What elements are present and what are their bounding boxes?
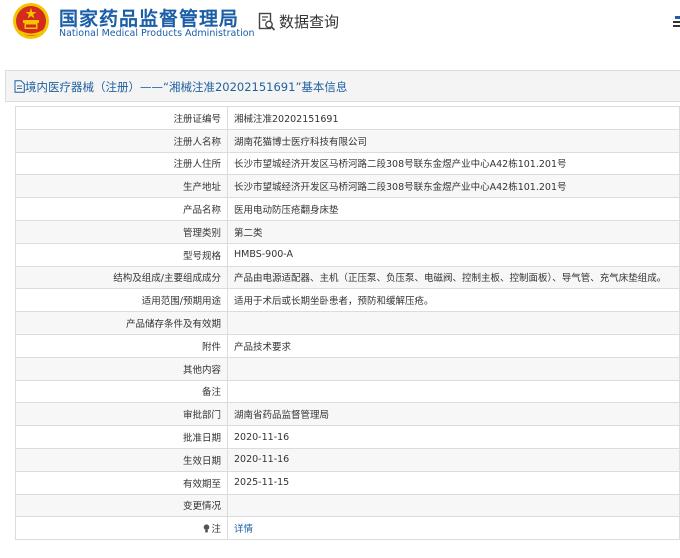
field-value: 医用电动防压疮翻身床垫: [227, 197, 680, 221]
table-row: 备注: [15, 379, 680, 404]
table-row: 其他内容: [15, 356, 680, 381]
field-label: 注: [15, 516, 228, 541]
user-icon[interactable]: [671, 12, 680, 32]
table-row: 结构及组成/主要组成成分 产品由电源适配器、主机（正压泵、负压泵、电磁阀、控制主板…: [15, 265, 680, 290]
table-row: 生效日期 2020-11-16: [15, 447, 680, 472]
field-value: 2020-11-16: [227, 425, 680, 449]
field-value: HMBS-900-A: [227, 242, 680, 267]
table-row: 注册人名称 湖南花猫博士医疗科技有限公司: [15, 128, 680, 153]
details-link[interactable]: 详情: [234, 524, 253, 535]
field-label: 结构及组成/主要组成成分: [15, 265, 228, 290]
field-value: [227, 493, 680, 518]
field-value: 湖南花猫博士医疗科技有限公司: [227, 128, 680, 153]
field-label: 生效日期: [15, 447, 228, 472]
lightbulb-icon: [204, 524, 210, 533]
detail-title: 境内医疗器械（注册）——“湘械注准20202151691”基本信息: [25, 80, 348, 94]
table-row: 产品名称 医用电动防压疮翻身床垫: [15, 197, 680, 221]
field-value: 详情: [227, 516, 680, 541]
device-info-table: 注册证编号 湘械注准20202151691 注册人名称 湖南花猫博士医疗科技有限公司注…: [15, 106, 680, 541]
field-value: 湖南省药品监督管理局: [227, 402, 680, 427]
field-label: 注册证编号: [15, 106, 228, 130]
table-row: 变更情况: [15, 493, 680, 518]
data-query-link[interactable]: 数据查询: [279, 11, 339, 32]
site-logo-subtitle: National Medical Products Administration: [59, 28, 255, 39]
field-value: 长沙市望城经济开发区马桥河路二段308号联东金煜产业中心A42栋101.201号: [227, 174, 680, 199]
field-label: 管理类别: [15, 219, 228, 244]
table-row: 注册证编号 湘械注准20202151691: [15, 106, 680, 130]
field-label: 产品储存条件及有效期: [15, 311, 228, 335]
table-row: 产品储存条件及有效期: [15, 311, 680, 335]
field-value: 湘械注准20202151691: [227, 106, 680, 130]
field-label: 有效期至: [15, 470, 228, 495]
table-row: 附件 产品技术要求: [15, 333, 680, 358]
table-row-note: 注 详情: [15, 516, 680, 541]
site-logo-title[interactable]: 国家药品监督管理局: [59, 4, 239, 31]
field-label: 附件: [15, 333, 228, 358]
table-row: 有效期至 2025-11-15: [15, 470, 680, 495]
table-row: 生产地址 长沙市望城经济开发区马桥河路二段308号联东金煜产业中心A42栋101.…: [15, 174, 680, 199]
field-label: 审批部门: [15, 402, 228, 427]
field-label: 备注: [15, 379, 228, 404]
field-label: 型号规格: [15, 242, 228, 267]
field-value: [227, 311, 680, 335]
document-search-icon: [258, 12, 276, 31]
field-value: [227, 356, 680, 381]
field-value: 第二类: [227, 219, 680, 244]
table-row: 适用范围/预期用途 适用于术后或长期坐卧患者，预防和缓解压疮。: [15, 288, 680, 313]
site-header: 国家药品监督管理局 National Medical Products Admi…: [0, 0, 680, 48]
table-row: 注册人住所 长沙市望城经济开发区马桥河路二段308号联东金煜产业中心A42栋101…: [15, 151, 680, 176]
field-value: 适用于术后或长期坐卧患者，预防和缓解压疮。: [227, 288, 680, 313]
document-icon: [14, 80, 25, 93]
field-label: 注册人住所: [15, 151, 228, 176]
field-label: 变更情况: [15, 493, 228, 518]
field-value: 产品技术要求: [227, 333, 680, 358]
table-row: 管理类别 第二类: [15, 219, 680, 244]
field-label: 适用范围/预期用途: [15, 288, 228, 313]
field-value: 2020-11-16: [227, 447, 680, 472]
field-value: [227, 379, 680, 404]
field-label: 产品名称: [15, 197, 228, 221]
field-value: 2025-11-15: [227, 470, 680, 495]
note-label: 注: [211, 524, 221, 536]
field-label: 批准日期: [15, 425, 228, 449]
field-value: 产品由电源适配器、主机（正压泵、负压泵、电磁阀、控制主板、控制面板）、导气管、充…: [227, 265, 680, 290]
table-row: 审批部门 湖南省药品监督管理局: [15, 402, 680, 427]
field-label: 生产地址: [15, 174, 228, 199]
detail-title-bar: 境内医疗器械（注册）——“湘械注准20202151691”基本信息: [5, 70, 680, 102]
table-row: 批准日期 2020-11-16: [15, 425, 680, 449]
national-emblem-icon[interactable]: [12, 2, 50, 40]
table-row: 型号规格 HMBS-900-A: [15, 242, 680, 267]
field-label: 其他内容: [15, 356, 228, 381]
field-value: 长沙市望城经济开发区马桥河路二段308号联东金煜产业中心A42栋101.201号: [227, 151, 680, 176]
field-label: 注册人名称: [15, 128, 228, 153]
